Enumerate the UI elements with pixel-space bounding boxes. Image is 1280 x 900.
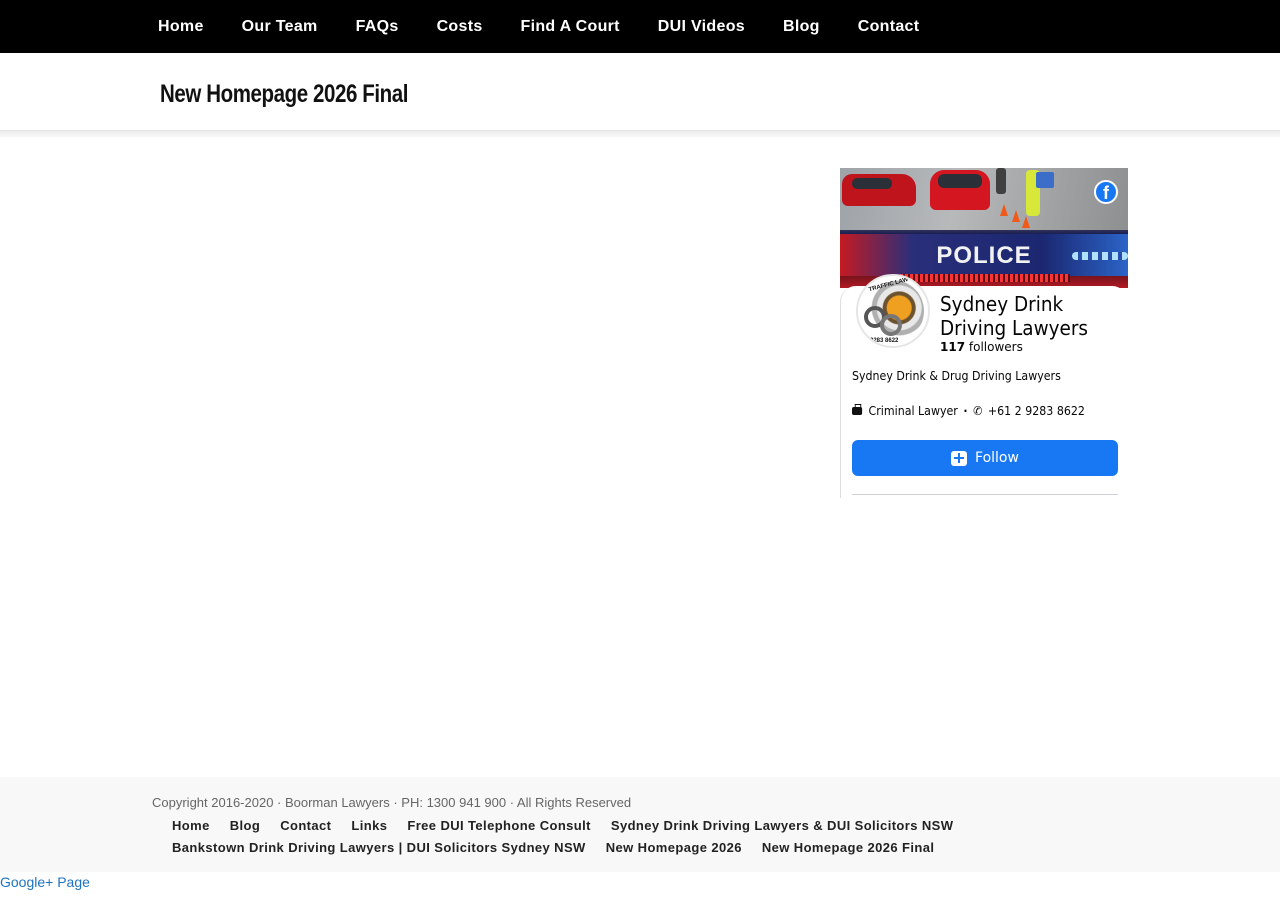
facebook-page-widget: POLICE f TRAFFIC LAWYERS 9283 8622 Sydne… (840, 168, 1128, 498)
cover-cone (1022, 216, 1030, 228)
google-plus-link[interactable]: Google+ Page (0, 874, 90, 890)
page-avatar[interactable]: TRAFFIC LAWYERS 9283 8622 (856, 274, 930, 348)
follow-icon (951, 450, 968, 466)
footer-link-new-homepage-2026[interactable]: New Homepage 2026 (596, 837, 752, 859)
nav-menu: Home Our Team FAQs Costs Find A Court DU… (139, 0, 938, 53)
meta-separator: · (963, 404, 968, 418)
phone-icon: ✆ (973, 404, 983, 418)
footer-link-blog[interactable]: Blog (220, 815, 270, 837)
cover-blue-lights (1072, 252, 1128, 260)
facebook-logo-icon[interactable]: f (1094, 180, 1118, 204)
footer-menu: Home Blog Contact Links Free DUI Telepho… (162, 815, 1062, 859)
nav-item-our-team[interactable]: Our Team (223, 18, 337, 36)
footer-link-contact[interactable]: Contact (270, 815, 341, 837)
nav-item-find-a-court[interactable]: Find A Court (502, 18, 639, 36)
page-category: Criminal Lawyer (868, 404, 958, 418)
nav-item-faqs[interactable]: FAQs (337, 18, 418, 36)
footer-link-links[interactable]: Links (341, 815, 397, 837)
footer-link-home[interactable]: Home (162, 815, 220, 837)
cover-car (842, 174, 916, 206)
footer-link-sydney-drink-driving[interactable]: Sydney Drink Driving Lawyers & DUI Solic… (601, 815, 964, 837)
facebook-follow-button[interactable]: Follow (852, 440, 1118, 476)
page-phone: +61 2 9283 8622 (987, 404, 1085, 418)
facebook-followers: 117 followers (940, 340, 1023, 354)
facebook-page-description: Sydney Drink & Drug Driving Lawyers (852, 369, 1061, 383)
avatar-phone: 9283 8622 (870, 338, 899, 344)
site-footer: Copyright 2016-2020 · Boorman Lawyers · … (0, 777, 1280, 872)
cover-cone (1012, 210, 1020, 222)
cover-cone (1000, 204, 1008, 216)
nav-item-home[interactable]: Home (139, 18, 223, 36)
followers-count: 117 (940, 340, 966, 354)
handcuff-icon (880, 314, 902, 336)
footer-link-bankstown[interactable]: Bankstown Drink Driving Lawyers | DUI So… (162, 837, 596, 859)
cover-led-strip (900, 274, 1070, 282)
followers-label: followers (968, 340, 1023, 354)
facebook-page-name[interactable]: Sydney Drink Driving Lawyers (940, 292, 1106, 340)
widget-divider (852, 494, 1118, 495)
facebook-cover-photo[interactable]: POLICE f (840, 168, 1128, 288)
briefcase-icon (852, 404, 863, 415)
facebook-page-meta: Criminal Lawyer · ✆ +61 2 9283 8622 (852, 404, 1085, 418)
top-navigation: Home Our Team FAQs Costs Find A Court DU… (0, 0, 1280, 53)
follow-label: Follow (975, 450, 1019, 466)
cover-car (930, 170, 990, 210)
nav-item-contact[interactable]: Contact (839, 18, 939, 36)
page-title: New Homepage 2026 Final (160, 80, 409, 108)
nav-item-costs[interactable]: Costs (418, 18, 502, 36)
cover-stop-sign (1036, 172, 1054, 188)
nav-item-blog[interactable]: Blog (764, 18, 839, 36)
header-shadow (0, 131, 1280, 137)
footer-link-free-dui-consult[interactable]: Free DUI Telephone Consult (397, 815, 601, 837)
copyright-text: Copyright 2016-2020 · Boorman Lawyers · … (152, 795, 632, 810)
cover-officer (996, 168, 1006, 194)
nav-item-dui-videos[interactable]: DUI Videos (639, 18, 764, 36)
site-header: New Homepage 2026 Final (0, 53, 1280, 131)
footer-link-new-homepage-2026-final[interactable]: New Homepage 2026 Final (752, 837, 944, 859)
